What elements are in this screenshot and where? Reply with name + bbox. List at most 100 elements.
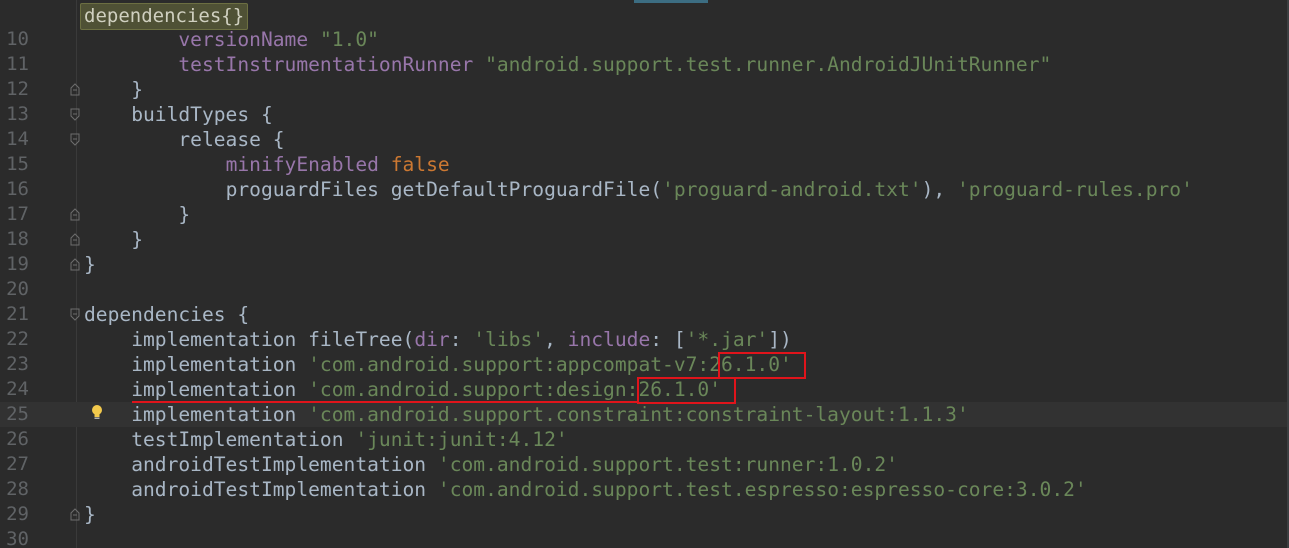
code-text[interactable]: implementation 'com.android.support:desi… xyxy=(84,377,721,402)
line-number: 24 xyxy=(6,378,29,400)
code-text[interactable]: versionName "1.0" xyxy=(84,27,379,52)
code-text[interactable]: androidTestImplementation 'com.android.s… xyxy=(84,477,1087,502)
code-token: ]) xyxy=(768,328,792,351)
editor-tab-indicator xyxy=(634,0,708,3)
fold-end-icon[interactable] xyxy=(69,233,81,246)
code-token: } xyxy=(84,253,96,276)
code-token: } xyxy=(131,228,143,251)
fold-start-icon[interactable] xyxy=(69,133,81,146)
code-text[interactable]: } xyxy=(84,252,96,277)
line-number: 22 xyxy=(6,328,29,350)
line-number: 21 xyxy=(6,303,29,325)
code-text[interactable]: minifyEnabled false xyxy=(84,152,450,177)
code-token: implementation fileTree( xyxy=(131,328,415,351)
code-text[interactable]: release { xyxy=(84,127,284,152)
line-number: 18 xyxy=(6,228,29,250)
line-number: 23 xyxy=(6,353,29,375)
lightbulb-icon[interactable] xyxy=(89,403,105,421)
code-line[interactable]: 23 implementation 'com.android.support:a… xyxy=(0,352,1289,377)
code-text[interactable]: implementation 'com.android.support:appc… xyxy=(84,352,792,377)
line-number: 10 xyxy=(6,28,29,50)
line-number: 28 xyxy=(6,478,29,500)
code-token: false xyxy=(390,153,450,176)
code-token: , xyxy=(544,328,568,351)
code-line[interactable]: 11 testInstrumentationRunner "android.su… xyxy=(0,52,1289,77)
code-text[interactable]: dependencies { xyxy=(84,302,249,327)
line-number: 13 xyxy=(6,103,29,125)
code-text[interactable]: } xyxy=(84,77,143,102)
code-text[interactable]: } xyxy=(84,502,96,527)
code-token: "1.0" xyxy=(319,28,379,51)
code-text[interactable]: testImplementation 'junit:junit:4.12' xyxy=(84,427,568,452)
code-line[interactable]: 28 androidTestImplementation 'com.androi… xyxy=(0,477,1289,502)
code-token: 'libs' xyxy=(473,328,545,351)
code-line[interactable]: 15 minifyEnabled false xyxy=(0,152,1289,177)
code-line[interactable]: 20 xyxy=(0,277,1289,302)
code-line[interactable]: 25 implementation 'com.android.support.c… xyxy=(0,402,1289,427)
code-line[interactable]: 17 } xyxy=(0,202,1289,227)
code-line[interactable]: 19} xyxy=(0,252,1289,277)
code-text[interactable]: androidTestImplementation 'com.android.s… xyxy=(84,452,898,477)
code-token: include xyxy=(567,328,651,351)
code-text[interactable]: buildTypes { xyxy=(84,102,273,127)
code-text[interactable]: implementation fileTree(dir: 'libs', inc… xyxy=(84,327,792,352)
code-line[interactable]: 22 implementation fileTree(dir: 'libs', … xyxy=(0,327,1289,352)
code-line[interactable]: 21 dependencies { xyxy=(0,302,1289,327)
fold-start-icon[interactable] xyxy=(69,108,81,121)
code-token: 'com.android.support.test:runner:1.0.2' xyxy=(437,453,898,476)
line-number: 26 xyxy=(6,428,29,450)
code-token: implementation xyxy=(131,378,309,401)
design-line-underline xyxy=(132,401,637,403)
code-token: proguardFiles getDefaultProguardFile( xyxy=(225,178,663,201)
code-token: 'junit:junit:4.12' xyxy=(355,428,568,451)
fold-end-icon[interactable] xyxy=(69,83,81,96)
code-line[interactable]: 16 proguardFiles getDefaultProguardFile(… xyxy=(0,177,1289,202)
fold-start-icon[interactable] xyxy=(69,308,81,321)
code-token: androidTestImplementation xyxy=(131,453,438,476)
code-line[interactable]: 29} xyxy=(0,502,1289,527)
fold-end-icon[interactable] xyxy=(69,258,81,271)
fold-end-icon[interactable] xyxy=(69,208,81,221)
code-line[interactable]: 30 xyxy=(0,527,1289,548)
line-number: 15 xyxy=(6,153,29,175)
code-text[interactable]: implementation 'com.android.support.cons… xyxy=(84,402,969,427)
code-line[interactable]: 14 release { xyxy=(0,127,1289,152)
code-token: } xyxy=(84,503,96,526)
code-token: testInstrumentationRunner xyxy=(178,53,486,76)
breadcrumb[interactable]: dependencies{} xyxy=(80,3,249,30)
code-text[interactable]: testInstrumentationRunner "android.suppo… xyxy=(84,52,1051,77)
code-line[interactable]: 26 testImplementation 'junit:junit:4.12' xyxy=(0,427,1289,452)
code-token: '*.jar' xyxy=(685,328,769,351)
code-token: dependencies { xyxy=(84,303,250,326)
code-text[interactable]: } xyxy=(84,227,143,252)
line-number: 17 xyxy=(6,203,29,225)
code-line[interactable]: 27 androidTestImplementation 'com.androi… xyxy=(0,452,1289,477)
code-line[interactable]: 12 } xyxy=(0,77,1289,102)
code-editor[interactable]: 10 versionName "1.0" 11 testInstrumentati… xyxy=(0,0,1289,548)
code-token: dir xyxy=(414,328,450,351)
fold-end-icon[interactable] xyxy=(69,508,81,521)
version-highlight-box-appcompat xyxy=(718,352,806,379)
version-highlight-box-design xyxy=(637,377,736,404)
code-line[interactable]: 13 buildTypes { xyxy=(0,102,1289,127)
code-line[interactable]: 10 versionName "1.0" xyxy=(0,27,1289,52)
code-token: } xyxy=(178,203,191,226)
code-line[interactable]: 18 } xyxy=(0,227,1289,252)
code-token: buildTypes { xyxy=(131,103,273,126)
line-number: 27 xyxy=(6,453,29,475)
code-text[interactable]: } xyxy=(84,202,190,227)
line-number: 12 xyxy=(6,78,29,100)
line-number: 16 xyxy=(6,178,29,200)
code-token: } xyxy=(131,78,143,101)
code-text[interactable]: proguardFiles getDefaultProguardFile('pr… xyxy=(84,177,1193,202)
